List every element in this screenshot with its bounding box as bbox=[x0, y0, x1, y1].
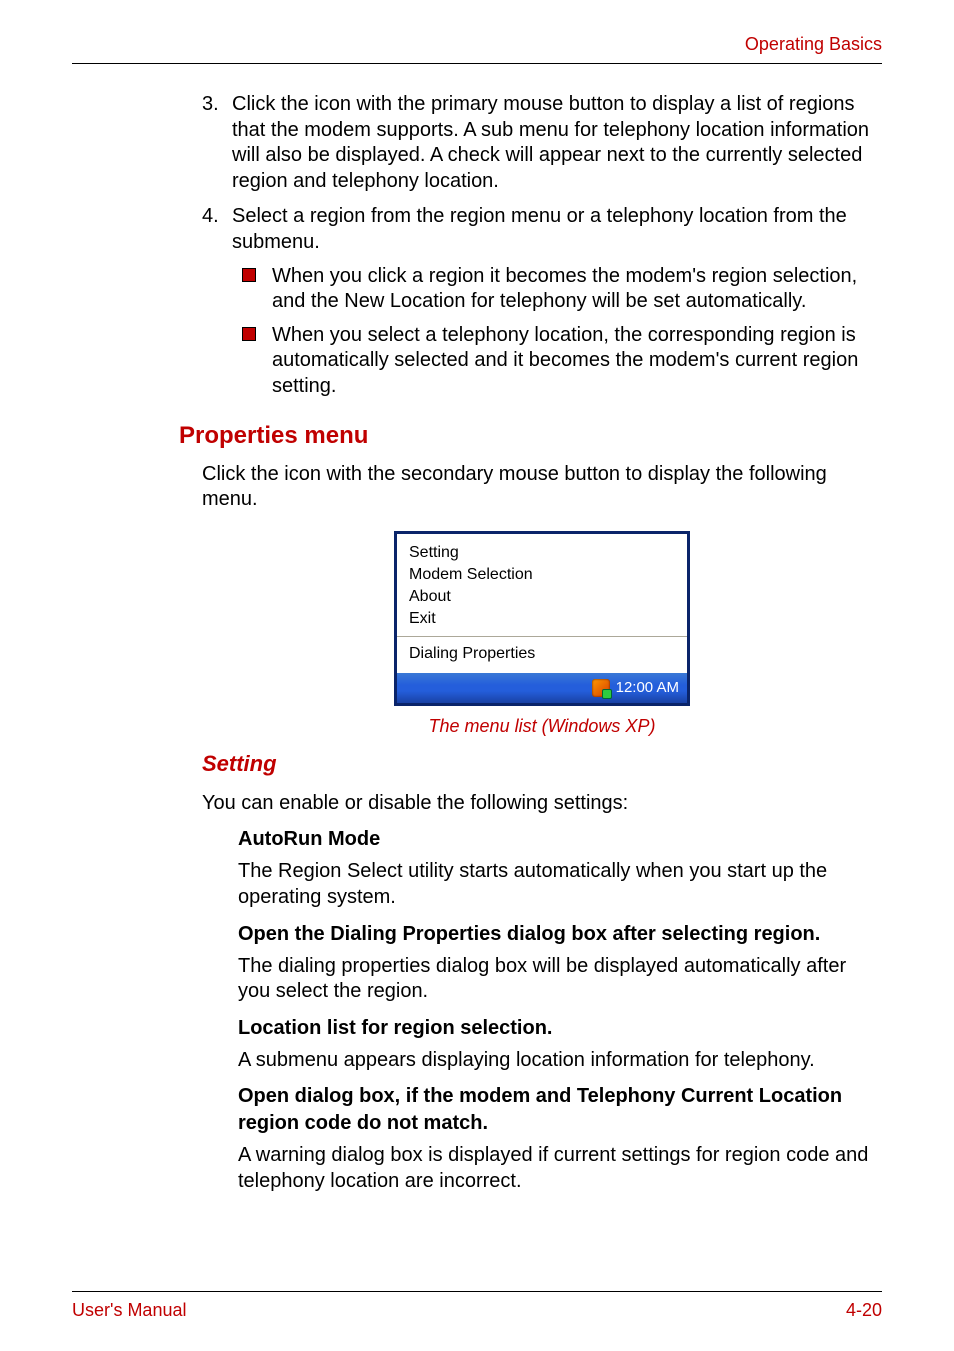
setting-text: The dialing properties dialog box will b… bbox=[238, 954, 882, 1005]
figure-caption: The menu list (Windows XP) bbox=[429, 716, 656, 737]
ordered-item-3: 3. Click the icon with the primary mouse… bbox=[202, 92, 882, 194]
heading-setting: Setting bbox=[202, 751, 882, 777]
footer-right: 4-20 bbox=[846, 1300, 882, 1321]
tray-icon[interactable] bbox=[592, 679, 610, 697]
breadcrumb: Operating Basics bbox=[72, 34, 882, 63]
bullet-item: When you select a telephony location, th… bbox=[232, 323, 882, 400]
figure: Setting Modem Selection About Exit Diali… bbox=[202, 531, 882, 737]
list-number: 3. bbox=[202, 92, 232, 194]
menu-item-modem-selection[interactable]: Modem Selection bbox=[397, 564, 687, 586]
setting-item: Location list for region selection. A su… bbox=[202, 1015, 882, 1074]
menu-item-exit[interactable]: Exit bbox=[397, 608, 687, 630]
footer-left: User's Manual bbox=[72, 1300, 186, 1321]
taskbar-clock: 12:00 AM bbox=[616, 679, 679, 696]
setting-text: A submenu appears displaying location in… bbox=[238, 1048, 882, 1074]
menu-group-1: Setting Modem Selection About Exit bbox=[397, 534, 687, 637]
list-text: Select a region from the region menu or … bbox=[232, 204, 882, 255]
properties-menu-intro: Click the icon with the secondary mouse … bbox=[202, 462, 882, 513]
bullet-icon bbox=[232, 323, 272, 400]
menu-group-2: Dialing Properties bbox=[397, 637, 687, 673]
setting-title: AutoRun Mode bbox=[238, 826, 882, 853]
list-body: Select a region from the region menu or … bbox=[232, 204, 882, 407]
taskbar: 12:00 AM bbox=[397, 673, 687, 703]
footer: User's Manual 4-20 bbox=[72, 1292, 882, 1321]
page: Operating Basics 3. Click the icon with … bbox=[0, 0, 954, 1351]
setting-title: Open dialog box, if the modem and Teleph… bbox=[238, 1083, 882, 1137]
bullet-text: When you click a region it becomes the m… bbox=[272, 264, 882, 315]
setting-item: AutoRun Mode The Region Select utility s… bbox=[202, 826, 882, 910]
content-area: 3. Click the icon with the primary mouse… bbox=[72, 92, 882, 1291]
menu-item-dialing-properties[interactable]: Dialing Properties bbox=[397, 643, 687, 665]
menu-item-about[interactable]: About bbox=[397, 586, 687, 608]
setting-text: The Region Select utility starts automat… bbox=[238, 859, 882, 910]
setting-item: Open the Dialing Properties dialog box a… bbox=[202, 921, 882, 1005]
bullet-item: When you click a region it becomes the m… bbox=[232, 264, 882, 315]
bullet-icon bbox=[232, 264, 272, 315]
context-menu-screenshot: Setting Modem Selection About Exit Diali… bbox=[394, 531, 690, 706]
bullet-text: When you select a telephony location, th… bbox=[272, 323, 882, 400]
setting-item: Open dialog box, if the modem and Teleph… bbox=[202, 1083, 882, 1194]
list-number: 4. bbox=[202, 204, 232, 407]
menu-item-setting[interactable]: Setting bbox=[397, 542, 687, 564]
heading-properties-menu: Properties menu bbox=[72, 422, 882, 450]
setting-intro: You can enable or disable the following … bbox=[202, 791, 882, 817]
header-rule bbox=[72, 63, 882, 64]
setting-title: Open the Dialing Properties dialog box a… bbox=[238, 921, 882, 948]
sub-bullets: When you click a region it becomes the m… bbox=[232, 264, 882, 400]
setting-text: A warning dialog box is displayed if cur… bbox=[238, 1143, 882, 1194]
setting-title: Location list for region selection. bbox=[238, 1015, 882, 1042]
list-body: Click the icon with the primary mouse bu… bbox=[232, 92, 882, 194]
ordered-item-4: 4. Select a region from the region menu … bbox=[202, 204, 882, 407]
